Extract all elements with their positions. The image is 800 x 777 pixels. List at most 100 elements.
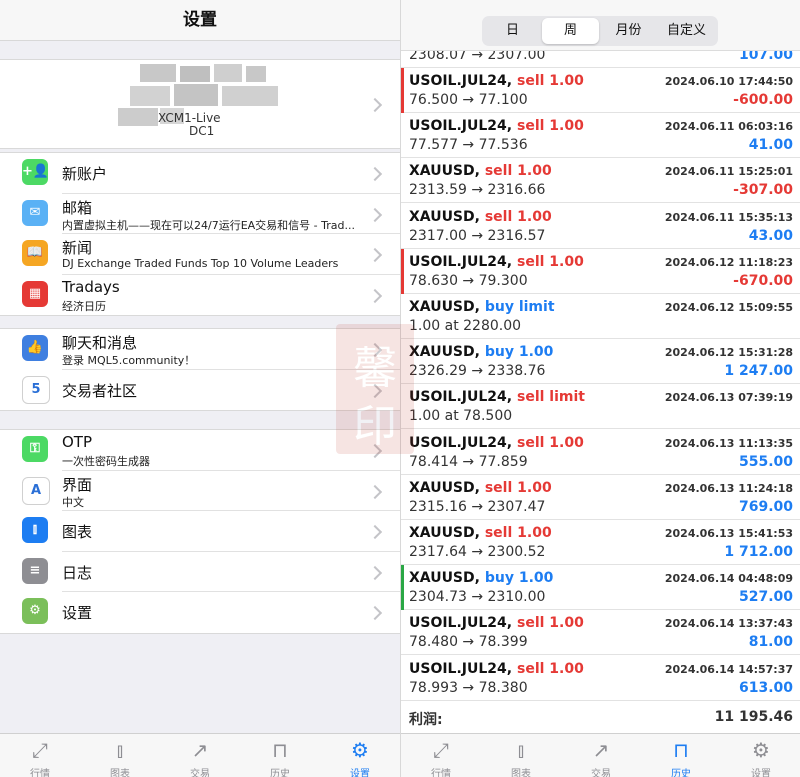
segment-1[interactable]: 周 [542,18,599,44]
deal-symbol: XAUUSD, buy limit [409,299,555,315]
screen: 设置 XCM1-Live DC1 +👤 新账户 ✉ 邮箱 内置虚拟主机——现在可以24/… [0,0,800,777]
deal-prices: 2326.29 → 2338.76 [409,363,546,380]
deal-profit: 555.00 [738,453,793,470]
profit-label: 利润: [409,712,443,728]
settings-item-title: 邮箱 [62,198,93,217]
deal-row[interactable]: USOIL.JUL24, sell 1.00 2024.06.11 06:03:1… [401,113,800,159]
deal-symbol-name: USOIL.JUL24, [409,73,513,89]
deal-row[interactable]: USOIL.JUL24, sell 1.00 2024.06.10 17:44:5… [401,68,800,113]
deal-row[interactable]: USOIL.JUL24, sell 1.00 2024.06.13 11:13:3… [401,430,800,475]
tab-quotes[interactable]: ⤢ 行情 [0,734,80,777]
deal-symbol-name: USOIL.JUL24, [409,389,513,406]
deal-symbol-name: XAUUSD, [409,344,480,361]
deal-time: 2024.06.11 15:25:01 [664,165,793,179]
deal-profit: -307.00 [733,182,793,199]
settings-item-journal[interactable]: ≡ 日志 [0,552,400,592]
deal-action: sell 1.00 [516,615,584,632]
right-tab-bar: ⤢ 行情 ⫾ 图表 ↗ 交易 ⊓ 历史 ⚙ 设置 [401,733,800,777]
mail-icon: ✉ [22,199,48,226]
candlestick-icon: ⫾ [22,517,48,543]
deal-time: 2024.06.13 07:39:19 [664,391,793,405]
tab-history[interactable]: ⊓ 历史 [641,734,721,777]
segment-0[interactable]: 日 [484,18,541,44]
quotes-icon: ⤢ [433,738,449,762]
deal-prices: 78.414 → 77.859 [409,453,528,470]
history-icon: ⊓ [272,738,288,762]
deal-row[interactable]: XAUUSD, sell 1.00 2024.06.13 11:24:18 2315… [401,475,800,520]
deal-prices: 76.500 → 77.100 [409,92,528,108]
deal-time: 2024.06.13 15:41:53 [664,527,793,540]
settings-item-title: 图表 [62,523,93,541]
deal-profit: 43.00 [748,227,793,244]
tab-quotes[interactable]: ⤢ 行情 [401,734,481,777]
deal-row[interactable]: XAUUSD, buy limit 2024.06.12 15:09:55 1.00… [401,294,800,339]
deal-row[interactable]: USOIL.JUL24, sell 1.00 2024.06.14 13:37:4… [401,610,800,656]
chevron-right-icon [367,565,383,580]
history-header: 日周月份 自定义 [401,0,800,51]
deal-time: 2024.06.14 13:37:43 [664,617,793,631]
segment-3[interactable]: 自定义 [658,18,715,44]
deal-symbol: XAUUSD, sell 1.00 [409,163,552,179]
deal-prices: 1.00 at 78.500 [409,408,513,425]
tab-history[interactable]: ⊓ 历史 [240,734,320,777]
deal-time: 2024.06.12 11:18:23 [664,255,793,269]
tab-label: 图表 [110,769,130,777]
segment-2[interactable]: 月份 [600,18,657,44]
deal-profit: 527.00 [738,589,793,606]
settings-group: ⚿ OTP 一次性密码生成器 A 界面 中文 ⫾ 图表 ≡ 日志 ⚙ 设置 [0,429,400,634]
tab-trade[interactable]: ↗ 交易 [561,734,641,777]
chevron-right-icon [367,97,383,113]
chevron-right-icon [367,524,383,540]
deal-symbol: USOIL.JUL24, sell 1.00 [409,661,584,677]
settings-item-title: 界面 [62,475,93,494]
trade-icon: ↗ [191,738,209,762]
settings-item-subtitle: 一次性密码生成器 [62,455,150,468]
mql5-icon: 5 [22,375,50,404]
language-icon: A [22,476,50,505]
deal-prices: 2313.59 → 2316.66 [409,182,546,199]
settings-item-news[interactable]: 📖 新闻 DJ Exchange Traded Funds Top 10 Volum… [0,234,400,274]
deal-symbol-name: USOIL.JUL24, [409,434,513,451]
deal-symbol-name: XAUUSD, [409,570,480,587]
deal-row[interactable]: XAUUSD, buy 1.00 2024.06.12 15:31:28 2326.… [401,339,800,385]
settings-item-mailbox[interactable]: ✉ 邮箱 内置虚拟主机——现在可以24/7运行EA交易和信号 - Trad... [0,194,400,234]
settings-item-tradays[interactable]: ▦ Tradays 经济日历 [0,275,400,315]
deal-row[interactable]: XAUUSD, sell 1.00 2024.06.11 15:25:01 2313… [401,158,800,204]
journal-icon: ≡ [22,557,48,584]
deal-action: buy 1.00 [484,344,554,361]
settings-group: +👤 新账户 ✉ 邮箱 内置虚拟主机——现在可以24/7运行EA交易和信号 - Trad… [0,152,400,316]
tab-settings[interactable]: ⚙ 设置 [721,734,800,777]
deal-symbol: USOIL.JUL24, sell 1.00 [409,118,584,134]
deal-prices: 2317.64 → 2300.52 [409,544,546,560]
tab-label: 历史 [671,769,691,777]
tab-chart[interactable]: ⫾ 图表 [80,734,160,777]
tab-chart[interactable]: ⫾ 图表 [481,734,561,777]
deal-row[interactable]: USOIL.JUL24, sell 1.00 2024.06.14 14:57:3… [401,656,800,701]
deal-symbol-name: XAUUSD, [409,163,480,180]
gear-icon: ⚙ [351,738,369,762]
settings-item-title: OTP [62,433,93,451]
settings-item-new-account[interactable]: +👤 新账户 [0,153,400,193]
settings-item-charts[interactable]: ⫾ 图表 [0,511,400,551]
deal-time: 2024.06.13 11:13:35 [664,436,793,450]
settings-item-title: Tradays [62,277,120,296]
deal-action: sell 1.00 [484,163,552,180]
settings-item-settings[interactable]: ⚙ 设置 [0,592,400,632]
tab-settings[interactable]: ⚙ 设置 [320,734,400,777]
deal-row[interactable]: USOIL.JUL24, sell limit 2024.06.13 07:39:… [401,384,800,430]
deal-profit: 1 247.00 [724,363,793,380]
settings-item-title: 交易者社区 [62,381,138,400]
deal-row[interactable]: XAUUSD, sell 1.00 2024.06.13 15:41:53 2317… [401,520,800,565]
period-segmented-control: 日周月份 自定义 [482,16,718,46]
tab-trade[interactable]: ↗ 交易 [160,734,240,777]
deal-symbol-name: XAUUSD, [409,208,480,225]
deal-marker [401,248,404,294]
deal-row[interactable]: XAUUSD, sell 1.00 2024.06.11 15:35:13 2317… [401,204,800,249]
settings-item-interface[interactable]: A 界面 中文 [0,471,400,511]
deal-symbol-name: USOIL.JUL24, [409,660,513,677]
settings-item-title: 聊天和消息 [62,334,138,352]
deal-row[interactable]: XAUUSD, buy 1.00 2024.06.14 04:48:09 2304.… [401,565,800,611]
deal-row[interactable]: USOIL.JUL24, sell 1.00 2024.06.12 11:18:2… [401,248,800,294]
deal-action: sell limit [516,389,585,406]
deal-symbol: USOIL.JUL24, sell 1.00 [409,73,584,89]
